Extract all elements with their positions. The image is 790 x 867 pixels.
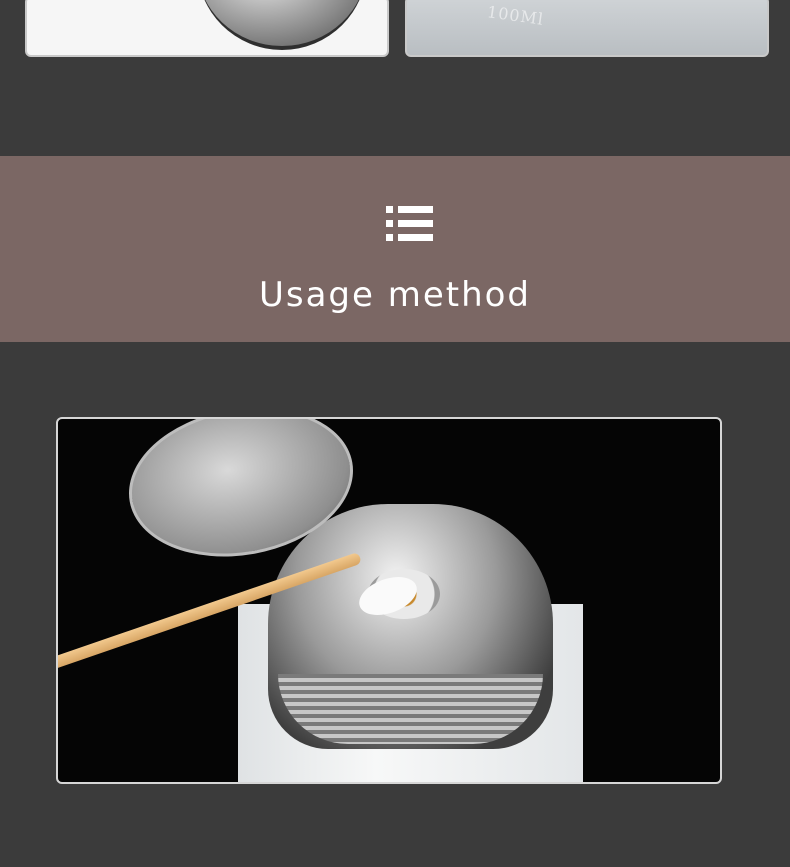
volume-engraving: 100Ml [485,2,546,29]
list-icon [386,206,434,242]
usage-photo [56,417,722,784]
product-photo-measurement: 100Ml [405,0,769,57]
product-photo-cap [25,0,389,57]
section-title: Usage method [258,275,532,315]
metal-cap-image [197,0,367,50]
cap-thread [278,674,543,744]
